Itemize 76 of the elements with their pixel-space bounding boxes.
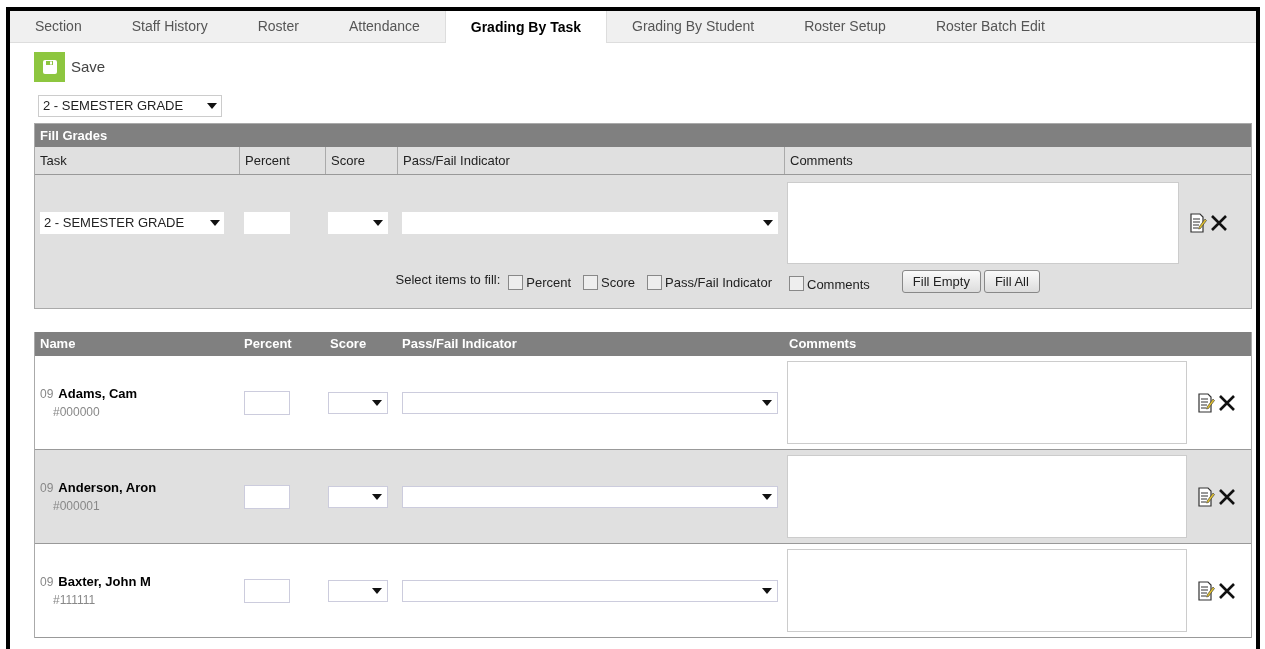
select-items-label: Select items to fill: — [395, 271, 501, 289]
edit-document-icon[interactable] — [1198, 486, 1215, 507]
caret-icon — [210, 219, 220, 226]
comments-field[interactable] — [787, 361, 1187, 444]
edit-document-icon[interactable] — [1190, 212, 1207, 233]
column-header: Score — [329, 335, 368, 354]
score-select[interactable] — [328, 485, 388, 508]
comments-field[interactable] — [787, 181, 1179, 264]
close-icon[interactable] — [1218, 393, 1236, 412]
caret-icon — [762, 587, 772, 594]
checkbox[interactable] — [789, 276, 804, 292]
caret-icon — [763, 219, 773, 226]
checkbox[interactable] — [583, 274, 599, 290]
percent-field[interactable] — [244, 390, 290, 415]
caret-icon — [373, 219, 383, 226]
fill-button[interactable]: Fill Empty — [901, 270, 981, 293]
score-select[interactable] — [328, 211, 388, 234]
tab[interactable]: Grading By Task — [444, 11, 607, 43]
panel-title: Fill Grades — [35, 124, 1251, 147]
edit-document-icon[interactable] — [1198, 392, 1215, 413]
caret-icon — [372, 587, 382, 594]
save-icon[interactable] — [34, 52, 65, 82]
tab[interactable]: Attendance — [323, 11, 445, 42]
pass-fail-select[interactable] — [402, 485, 778, 508]
column-header: Pass/Fail Indicator — [401, 335, 518, 354]
tab[interactable]: Staff History — [106, 11, 233, 42]
grade-level: 09 — [40, 385, 54, 403]
student-name: Anderson, Aron — [58, 478, 157, 497]
caret-icon — [207, 103, 217, 109]
column-header: Comments — [788, 335, 858, 354]
tab[interactable]: Roster Setup — [779, 11, 911, 42]
caret-icon — [372, 493, 382, 500]
tab[interactable]: Grading By Student — [607, 11, 780, 42]
checkbox[interactable] — [508, 274, 524, 290]
column-header: Pass/Fail Indicator — [397, 147, 784, 174]
fill-button[interactable]: Fill All — [983, 270, 1040, 293]
close-icon[interactable] — [1218, 581, 1236, 600]
student-number: #000000 — [52, 404, 101, 422]
tab[interactable]: Roster Batch Edit — [910, 11, 1070, 42]
pass-fail-select[interactable] — [402, 391, 778, 414]
pass-fail-select[interactable] — [402, 579, 778, 602]
comments-field[interactable] — [787, 549, 1187, 632]
checkbox-label: Comments — [807, 275, 870, 294]
column-header: Name — [39, 335, 77, 354]
task-select[interactable]: 2 - SEMESTER GRADE — [40, 211, 224, 234]
tab[interactable]: Section — [10, 11, 107, 42]
save-label[interactable]: Save — [71, 55, 106, 79]
column-header: Percent — [239, 147, 325, 174]
percent-field[interactable] — [244, 484, 290, 509]
edit-document-icon[interactable] — [1198, 580, 1215, 601]
checkbox-label: Percent — [526, 274, 572, 292]
comments-field[interactable] — [787, 455, 1187, 538]
student-number: #000001 — [52, 498, 101, 516]
close-icon[interactable] — [1210, 213, 1228, 232]
caret-icon — [372, 399, 382, 406]
column-header: Score — [325, 147, 397, 174]
close-icon[interactable] — [1218, 487, 1236, 506]
caret-icon — [762, 399, 772, 406]
column-header: Task — [39, 151, 68, 170]
column-header: Comments — [784, 147, 1251, 174]
checkbox[interactable] — [647, 274, 663, 290]
checkbox-label: Pass/Fail Indicator — [665, 274, 772, 292]
grade-level: 09 — [40, 479, 54, 497]
grade-level: 09 — [40, 573, 54, 591]
term-select[interactable]: 2 - SEMESTER GRADE — [38, 95, 222, 117]
percent-field[interactable] — [244, 578, 290, 603]
student-number: #111111 — [52, 592, 97, 610]
checkbox-label: Score — [601, 274, 636, 292]
score-select[interactable] — [328, 391, 388, 414]
caret-icon — [762, 493, 772, 500]
score-select[interactable] — [328, 579, 388, 602]
column-header: Percent — [243, 335, 293, 354]
student-name: Baxter, John M — [58, 572, 151, 591]
percent-field[interactable] — [244, 211, 290, 234]
student-name: Adams, Cam — [58, 384, 138, 403]
tab[interactable]: Roster — [232, 11, 324, 42]
